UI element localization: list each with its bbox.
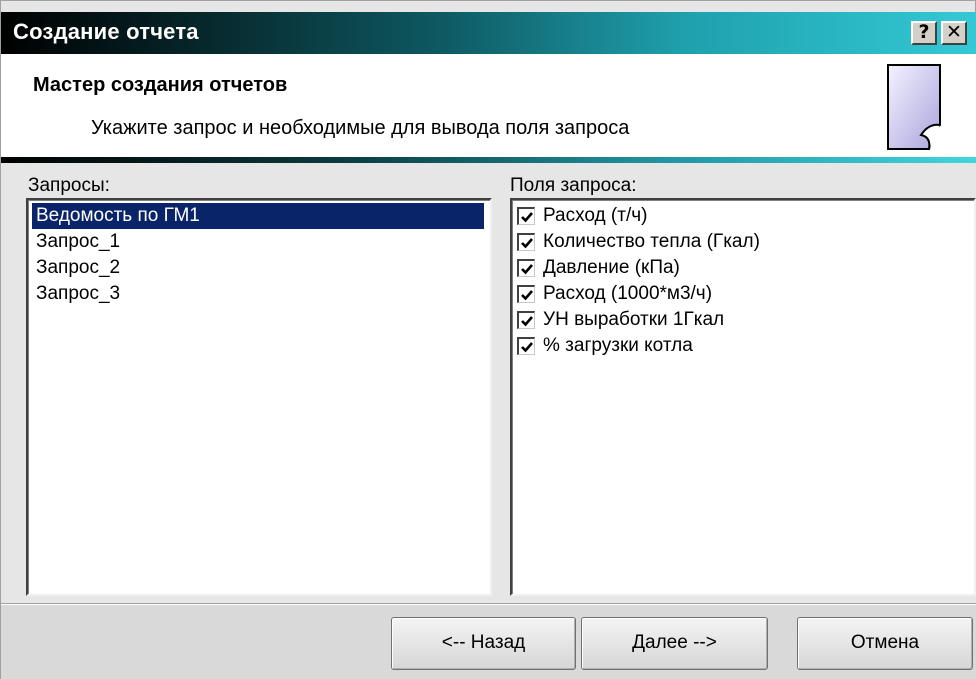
- queries-listbox[interactable]: Ведомость по ГМ1 Запрос_1 Запрос_2 Запро…: [26, 198, 492, 596]
- query-item[interactable]: Запрос_1: [32, 229, 484, 255]
- wizard-body: Запросы: Поля запроса: Ведомость по ГМ1 …: [1, 163, 976, 603]
- checkbox-checked-icon[interactable]: [517, 337, 535, 355]
- field-label: Расход (1000*м3/ч): [543, 283, 713, 304]
- close-button[interactable]: ✕: [941, 21, 967, 45]
- query-item[interactable]: Ведомость по ГМ1: [32, 203, 484, 229]
- checkbox-checked-icon[interactable]: [517, 233, 535, 251]
- field-label: Расход (т/ч): [543, 205, 648, 226]
- checkbox-checked-icon[interactable]: [517, 285, 535, 303]
- field-label: Давление (кПа): [543, 257, 680, 278]
- query-item[interactable]: Запрос_3: [32, 281, 484, 307]
- fields-label: Поля запроса:: [510, 175, 637, 196]
- queries-label: Запросы:: [28, 175, 110, 196]
- wizard-header: Мастер создания отчетов Укажите запрос и…: [1, 54, 976, 157]
- help-button[interactable]: ?: [911, 21, 937, 45]
- field-label: Количество тепла (Гкал): [543, 231, 760, 252]
- document-icon: [887, 64, 941, 150]
- checkbox-checked-icon[interactable]: [517, 259, 535, 277]
- wizard-title: Мастер создания отчетов: [33, 74, 288, 96]
- close-icon: ✕: [946, 21, 962, 43]
- back-button[interactable]: <-- Назад: [391, 617, 576, 670]
- window-title: Создание отчета: [13, 19, 199, 44]
- checkbox-checked-icon[interactable]: [517, 311, 535, 329]
- cancel-button[interactable]: Отмена: [797, 617, 973, 670]
- report-wizard-window: Создание отчета ? ✕ Мастер создания отче…: [0, 0, 976, 679]
- wizard-subtitle: Укажите запрос и необходимые для вывода …: [91, 117, 630, 139]
- query-item[interactable]: Запрос_2: [32, 255, 484, 281]
- title-bar[interactable]: Создание отчета ? ✕: [1, 12, 976, 54]
- help-icon: ?: [918, 21, 930, 43]
- wizard-footer: <-- Назад Далее --> Отмена: [1, 605, 976, 679]
- field-label: УН выработки 1Гкал: [543, 309, 725, 330]
- checkbox-checked-icon[interactable]: [517, 207, 535, 225]
- fields-checklist[interactable]: Расход (т/ч) Количество тепла (Гкал) Дав…: [510, 198, 976, 596]
- field-label: % загрузки котла: [543, 335, 693, 356]
- next-button[interactable]: Далее -->: [581, 617, 768, 670]
